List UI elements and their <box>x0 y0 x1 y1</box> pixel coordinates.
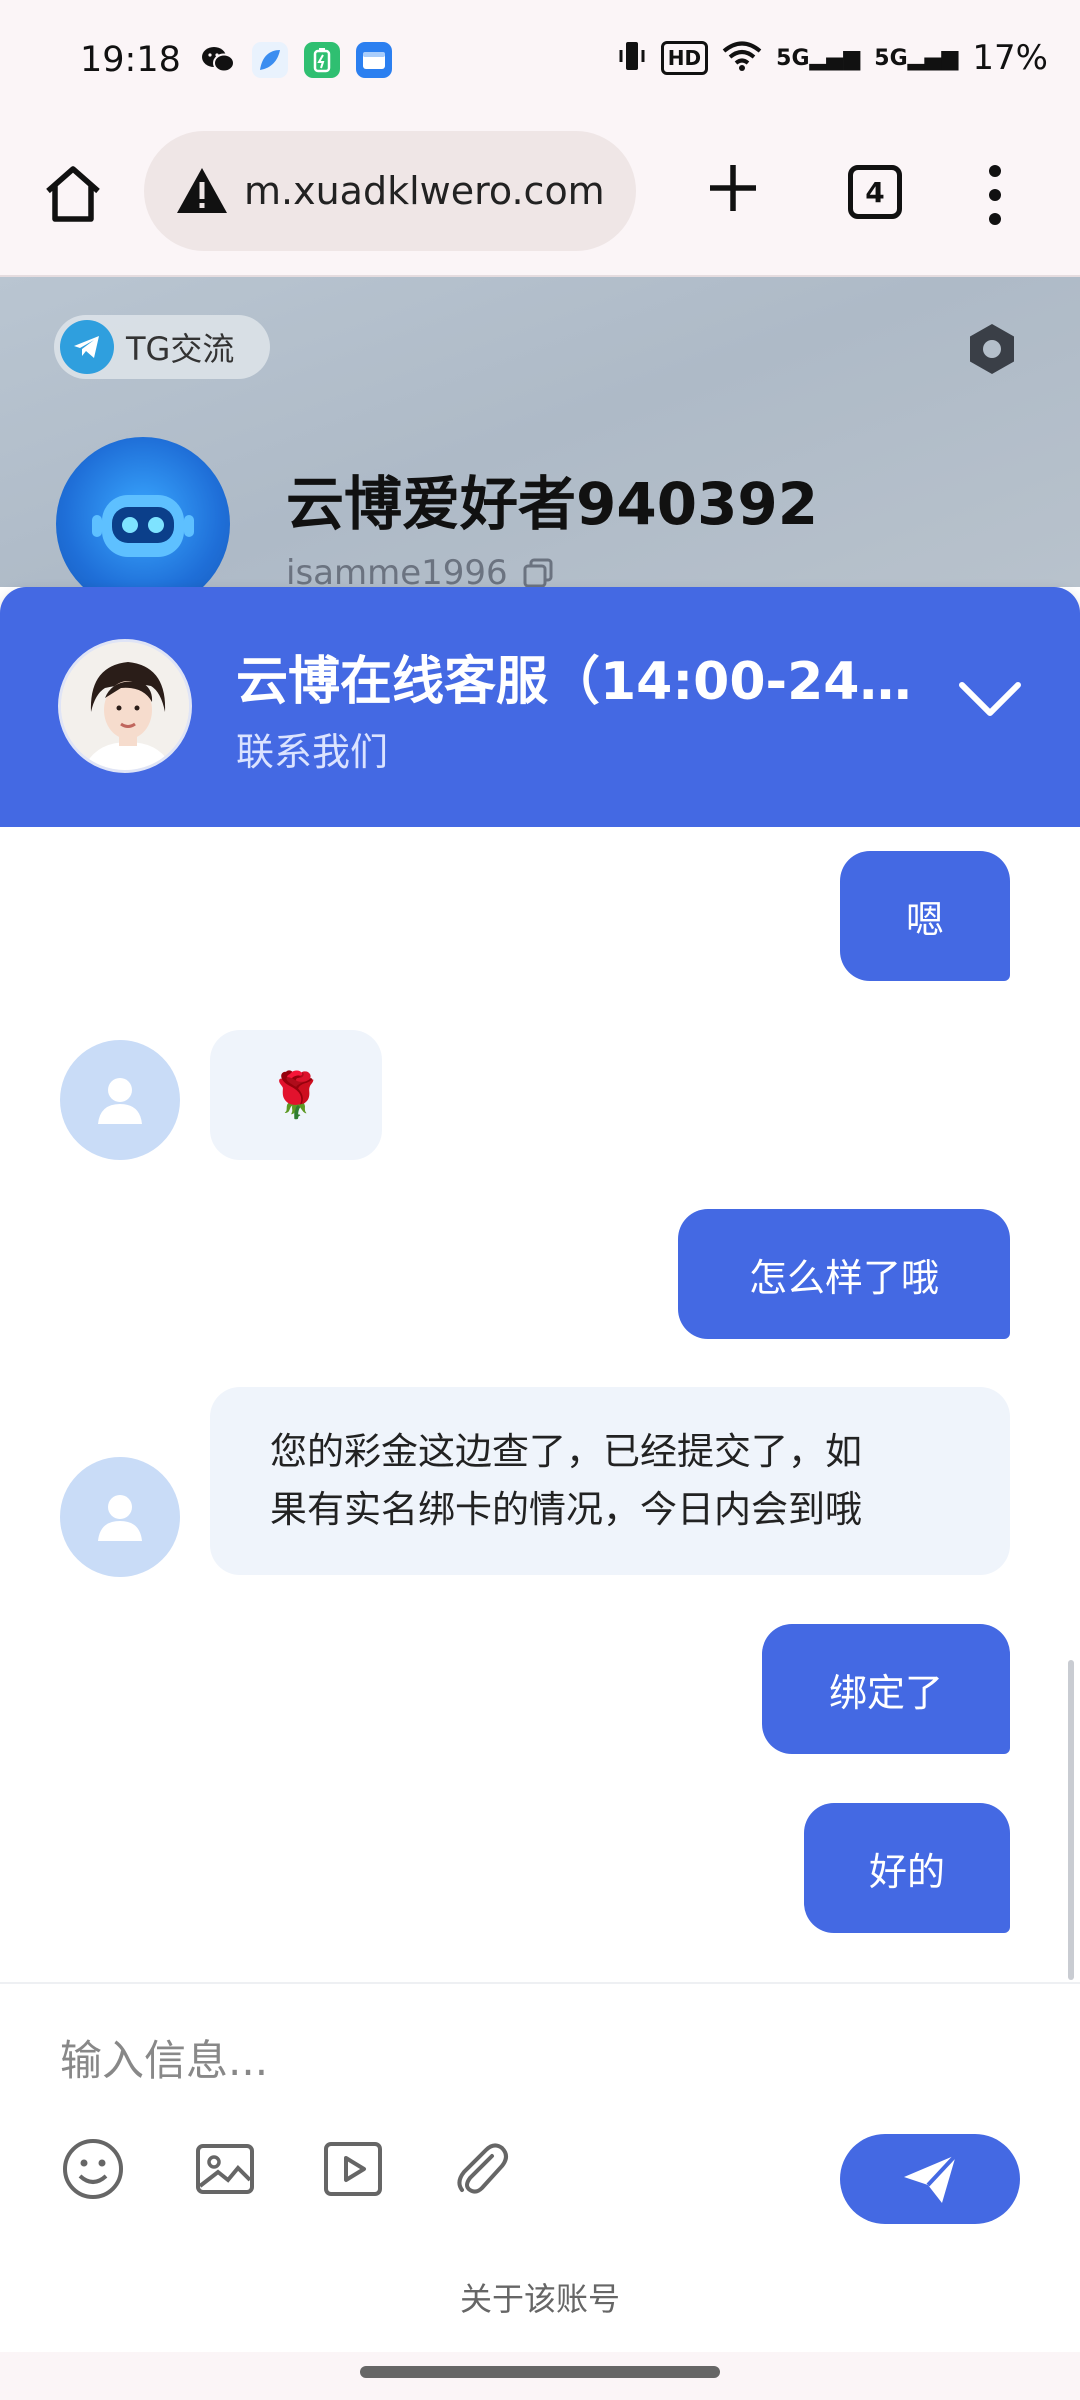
wechat-icon <box>200 42 236 78</box>
message-input[interactable] <box>60 2024 1020 2096</box>
warning-icon[interactable] <box>174 163 230 219</box>
message-text-line-2: 果有实名绑卡的情况，今日内会到哦 <box>270 1488 862 1531</box>
image-icon[interactable] <box>192 2136 258 2202</box>
tab-switcher-button[interactable]: 4 <box>848 165 902 219</box>
profile-id-text: isamme1996 <box>286 553 508 587</box>
emoji-icon[interactable] <box>60 2136 126 2202</box>
tg-group-button[interactable]: TG交流 <box>54 315 270 379</box>
address-bar[interactable]: m.xuadklwero.com <box>144 131 636 251</box>
user-avatar <box>60 1457 180 1577</box>
message-text-line-1: 您的彩金这边查了，已经提交了，如 <box>270 1430 862 1473</box>
signal-5g-icon: 5G▂▄▆ <box>776 45 861 71</box>
more-menu-icon[interactable] <box>980 165 1010 225</box>
outgoing-message[interactable]: 嗯 <box>840 851 1010 981</box>
user-avatar <box>60 1040 180 1160</box>
copy-icon[interactable] <box>522 557 554 587</box>
agent-subtitle: 联系我们 <box>236 730 389 774</box>
agent-banner[interactable]: 云博在线客服（14:00-24:00） 联系我们 <box>0 587 1080 827</box>
incoming-message[interactable]: 🌹 <box>210 1030 382 1160</box>
files-app-icon <box>356 42 392 78</box>
telegram-icon <box>60 320 114 374</box>
person-icon <box>98 1078 142 1124</box>
chat-messages[interactable]: 嗯 🌹 怎么样了哦 您的彩金这边查了，已经提交了，如 果有实名绑卡的情况，今日内… <box>0 827 1080 1982</box>
outgoing-message[interactable]: 怎么样了哦 <box>678 1209 1010 1339</box>
message-text: 绑定了 <box>828 1670 943 1715</box>
robot-avatar <box>56 437 230 587</box>
notification-icons <box>200 42 392 78</box>
message-text: 好的 <box>868 1849 945 1894</box>
hd-voice-icon: HD <box>660 41 709 75</box>
agent-name: 云博在线客服（14:00-24:00） <box>236 652 926 712</box>
profile-name: 云博爱好者940392 <box>286 470 819 538</box>
plus-icon <box>710 165 756 211</box>
video-icon[interactable] <box>320 2136 386 2202</box>
system-status-icons: HD 5G▂▄▆ 5G▂▄▆ 17% <box>617 38 1048 78</box>
new-tab-button[interactable] <box>700 155 766 221</box>
message-text: 嗯 <box>905 897 944 942</box>
vibrate-icon <box>617 38 647 78</box>
message-composer: 关于该账号 <box>0 1982 1080 2352</box>
home-icon[interactable] <box>40 161 106 227</box>
settings-hexagon-icon[interactable] <box>964 321 1020 377</box>
home-indicator[interactable] <box>360 2366 720 2378</box>
agent-avatar <box>58 639 192 773</box>
wifi-icon <box>722 40 762 76</box>
outgoing-message[interactable]: 绑定了 <box>762 1624 1010 1754</box>
browser-app-icon <box>252 42 288 78</box>
message-text: 怎么样了哦 <box>748 1255 939 1300</box>
send-icon <box>904 2153 958 2203</box>
attachment-icon[interactable] <box>448 2136 514 2202</box>
tg-label: TG交流 <box>126 330 235 368</box>
incoming-message[interactable]: 您的彩金这边查了，已经提交了，如 果有实名绑卡的情况，今日内会到哦 <box>210 1387 1010 1575</box>
signal-5g-icon-2: 5G▂▄▆ <box>874 45 959 71</box>
message-text: 🌹 <box>268 1070 324 1121</box>
outgoing-message[interactable]: 好的 <box>804 1803 1010 1933</box>
profile-id: isamme1996 <box>286 553 554 587</box>
chat-scrollbar[interactable] <box>1068 1660 1074 1980</box>
send-button[interactable] <box>840 2134 1020 2224</box>
profile-header: TG交流 云博爱好者940392 isamme1996 <box>0 277 1080 587</box>
battery-app-icon <box>304 42 340 78</box>
browser-toolbar: m.xuadklwero.com 4 <box>0 125 1080 277</box>
status-bar: 19:18 HD 5G▂▄▆ 5G▂▄▆ 17% <box>0 0 1080 125</box>
about-account-link[interactable]: 关于该账号 <box>0 2274 1080 2320</box>
collapse-chevron-icon[interactable] <box>950 669 1030 729</box>
person-icon <box>98 1495 142 1541</box>
status-time: 19:18 <box>80 40 181 80</box>
battery-percent: 17% <box>972 38 1048 78</box>
url-text: m.xuadklwero.com <box>244 169 605 213</box>
